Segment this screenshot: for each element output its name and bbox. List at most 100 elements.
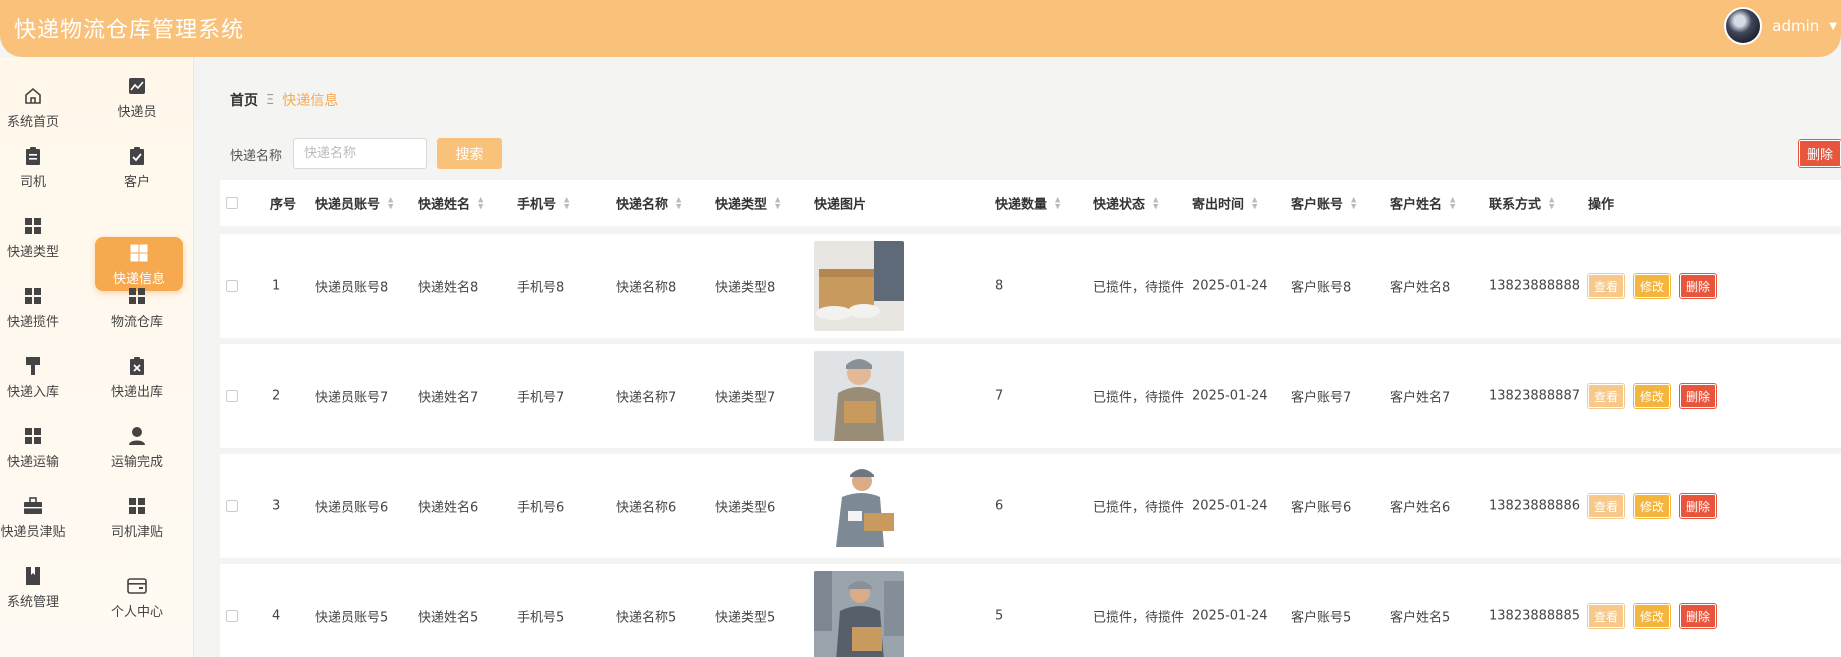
sidebar-item-transport-done[interactable]: 运输完成 (92, 417, 182, 477)
sidebar-item-transport[interactable]: 快递运输 (0, 417, 78, 477)
header-express-type[interactable]: 快递类型 ▲ ▼ (715, 194, 780, 213)
search-button[interactable]: 搜索 (437, 138, 502, 169)
cell-contact: 13823888885 (1489, 608, 1580, 624)
header-express-name[interactable]: 快递名称 ▲ ▼ (616, 194, 681, 213)
cell-express-type: 快递类型5 (715, 610, 776, 626)
sidebar-item-label: 客户 (123, 174, 150, 190)
cell-send-time: 2025-01-24 (1192, 608, 1268, 624)
express-thumbnail[interactable] (814, 241, 904, 331)
sidebar-item-label: 快递出库 (110, 384, 163, 400)
sidebar-item-system[interactable]: 系统管理 (0, 557, 78, 617)
header-courier-account[interactable]: 快递员账号 ▲ ▼ (315, 194, 393, 213)
sort-icon: ▲ ▼ (478, 195, 484, 210)
user-name[interactable]: admin (1772, 17, 1819, 35)
delete-button[interactable]: 删除 (1679, 273, 1718, 299)
table-header: 序号 快递员账号 ▲ ▼ 快递姓名 ▲ ▼ 手机号 ▲ ▼ 快递名称 ▲ ▼ 快递类型 ▲ ▼ 快递… (220, 180, 1841, 226)
row-checkbox[interactable] (226, 390, 238, 402)
cell-quantity: 8 (995, 278, 1004, 294)
view-button[interactable]: 查看 (1586, 603, 1626, 629)
express-thumbnail[interactable] (814, 571, 904, 657)
sidebar-item-label: 快递揽件 (6, 314, 59, 330)
sidebar-item-pickup[interactable]: 快递揽件 (0, 277, 78, 337)
select-all-checkbox[interactable] (226, 197, 238, 209)
cell-index: 3 (272, 498, 281, 514)
delete-button[interactable]: 删除 (1679, 383, 1718, 409)
sidebar-item-courier-allowance[interactable]: 快递员津贴 (0, 487, 78, 547)
sidebar-item-express-type[interactable]: 快递类型 (0, 207, 78, 267)
chevron-down-icon[interactable]: ▼ (1829, 21, 1837, 32)
sidebar-item-inbound[interactable]: 快递入库 (0, 347, 78, 407)
header-customer-account[interactable]: 客户账号 ▲ ▼ (1291, 194, 1356, 213)
cell-courier-name: 快递姓名7 (418, 390, 479, 406)
express-thumbnail[interactable] (814, 351, 904, 441)
top-header: 快递物流仓库管理系统 admin ▼ (0, 0, 1841, 57)
cell-express-type: 快递类型7 (715, 390, 776, 406)
sidebar-item-driver-allowance[interactable]: 司机津贴 (92, 487, 182, 547)
sidebar-item-home[interactable]: 系统首页 (0, 77, 78, 137)
sidebar-item-label: 运输完成 (110, 454, 163, 470)
header-index: 序号 (270, 197, 297, 213)
cell-quantity: 7 (995, 388, 1004, 404)
express-thumbnail[interactable] (814, 461, 904, 551)
view-button[interactable]: 查看 (1586, 273, 1626, 299)
cell-quantity: 6 (995, 498, 1004, 514)
view-button[interactable]: 查看 (1586, 383, 1626, 409)
avatar[interactable] (1724, 7, 1763, 45)
breadcrumb-home[interactable]: 首页 (230, 90, 258, 110)
sort-icon: ▲ ▼ (564, 195, 570, 210)
sidebar-item-label: 系统管理 (6, 594, 59, 610)
cell-customer-account: 客户账号8 (1291, 280, 1352, 296)
sidebar-item-label: 个人中心 (110, 604, 163, 620)
delete-button[interactable]: 删除 (1679, 603, 1718, 629)
header-express-image: 快递图片 (814, 197, 867, 213)
sidebar-item-customer[interactable]: 客户 (92, 137, 182, 197)
edit-button[interactable]: 修改 (1633, 493, 1672, 519)
breadcrumb-separator-icon: Ξ (266, 92, 275, 108)
header-contact[interactable]: 联系方式 ▲ ▼ (1489, 194, 1554, 213)
cell-express-name: 快递名称5 (616, 610, 677, 626)
edit-button[interactable]: 修改 (1633, 603, 1672, 629)
row-actions: 查看 修改 删除 (1586, 493, 1718, 519)
batch-delete-button[interactable]: 删除 (1798, 139, 1841, 168)
sidebar-item-warehouse[interactable]: 物流仓库 (92, 277, 182, 337)
edit-button[interactable]: 修改 (1633, 383, 1672, 409)
grid-icon (22, 215, 44, 237)
sidebar-item-outbound[interactable]: 快递出库 (92, 347, 182, 407)
cell-contact: 13823888888 (1489, 278, 1580, 294)
header-customer-name[interactable]: 客户姓名 ▲ ▼ (1390, 194, 1455, 213)
header-status[interactable]: 快递状态 ▲ ▼ (1093, 194, 1158, 213)
row-checkbox[interactable] (226, 610, 238, 622)
user-menu[interactable]: admin ▼ (1724, 6, 1841, 46)
row-checkbox[interactable] (226, 280, 238, 292)
sidebar-item-label: 快递员津贴 (0, 524, 66, 540)
sidebar-item-profile[interactable]: 个人中心 (92, 567, 182, 627)
header-send-time[interactable]: 寄出时间 ▲ ▼ (1192, 194, 1257, 213)
cell-status: 已揽件，待揽件 (1093, 610, 1185, 626)
grid-icon (126, 285, 148, 307)
delete-button[interactable]: 删除 (1679, 493, 1718, 519)
sidebar: 系统首页 快递员 司机 客户 快递类型 快递信息 快递揽件 物流仓库 快递入库 … (0, 57, 194, 657)
sidebar-item-driver[interactable]: 司机 (0, 137, 78, 197)
search-input[interactable] (293, 138, 427, 169)
sort-icon: ▲ ▼ (1351, 195, 1357, 210)
row-checkbox[interactable] (226, 500, 238, 512)
cell-contact: 13823888886 (1489, 498, 1580, 514)
cell-customer-name: 客户姓名6 (1390, 500, 1451, 516)
breadcrumb: 首页 Ξ 快递信息 (230, 90, 338, 110)
cell-send-time: 2025-01-24 (1192, 388, 1268, 404)
view-button[interactable]: 查看 (1586, 493, 1626, 519)
cell-customer-name: 客户姓名7 (1390, 390, 1451, 406)
sidebar-item-courier[interactable]: 快递员 (92, 67, 182, 127)
table-row: 3 快递员账号6 快递姓名6 手机号6 快递名称6 快递类型6 6 已揽件，待揽… (220, 454, 1841, 558)
sort-icon: ▲ ▼ (1153, 195, 1159, 210)
grid-icon (128, 242, 150, 264)
header-phone[interactable]: 手机号 ▲ ▼ (517, 194, 569, 213)
header-quantity[interactable]: 快递数量 ▲ ▼ (995, 194, 1060, 213)
row-actions: 查看 修改 删除 (1586, 383, 1718, 409)
cell-courier-name: 快递姓名8 (418, 280, 479, 296)
cell-send-time: 2025-01-24 (1192, 498, 1268, 514)
header-courier-name[interactable]: 快递姓名 ▲ ▼ (418, 194, 483, 213)
edit-button[interactable]: 修改 (1633, 273, 1672, 299)
row-actions: 查看 修改 删除 (1586, 603, 1718, 629)
cell-contact: 13823888887 (1489, 388, 1580, 404)
